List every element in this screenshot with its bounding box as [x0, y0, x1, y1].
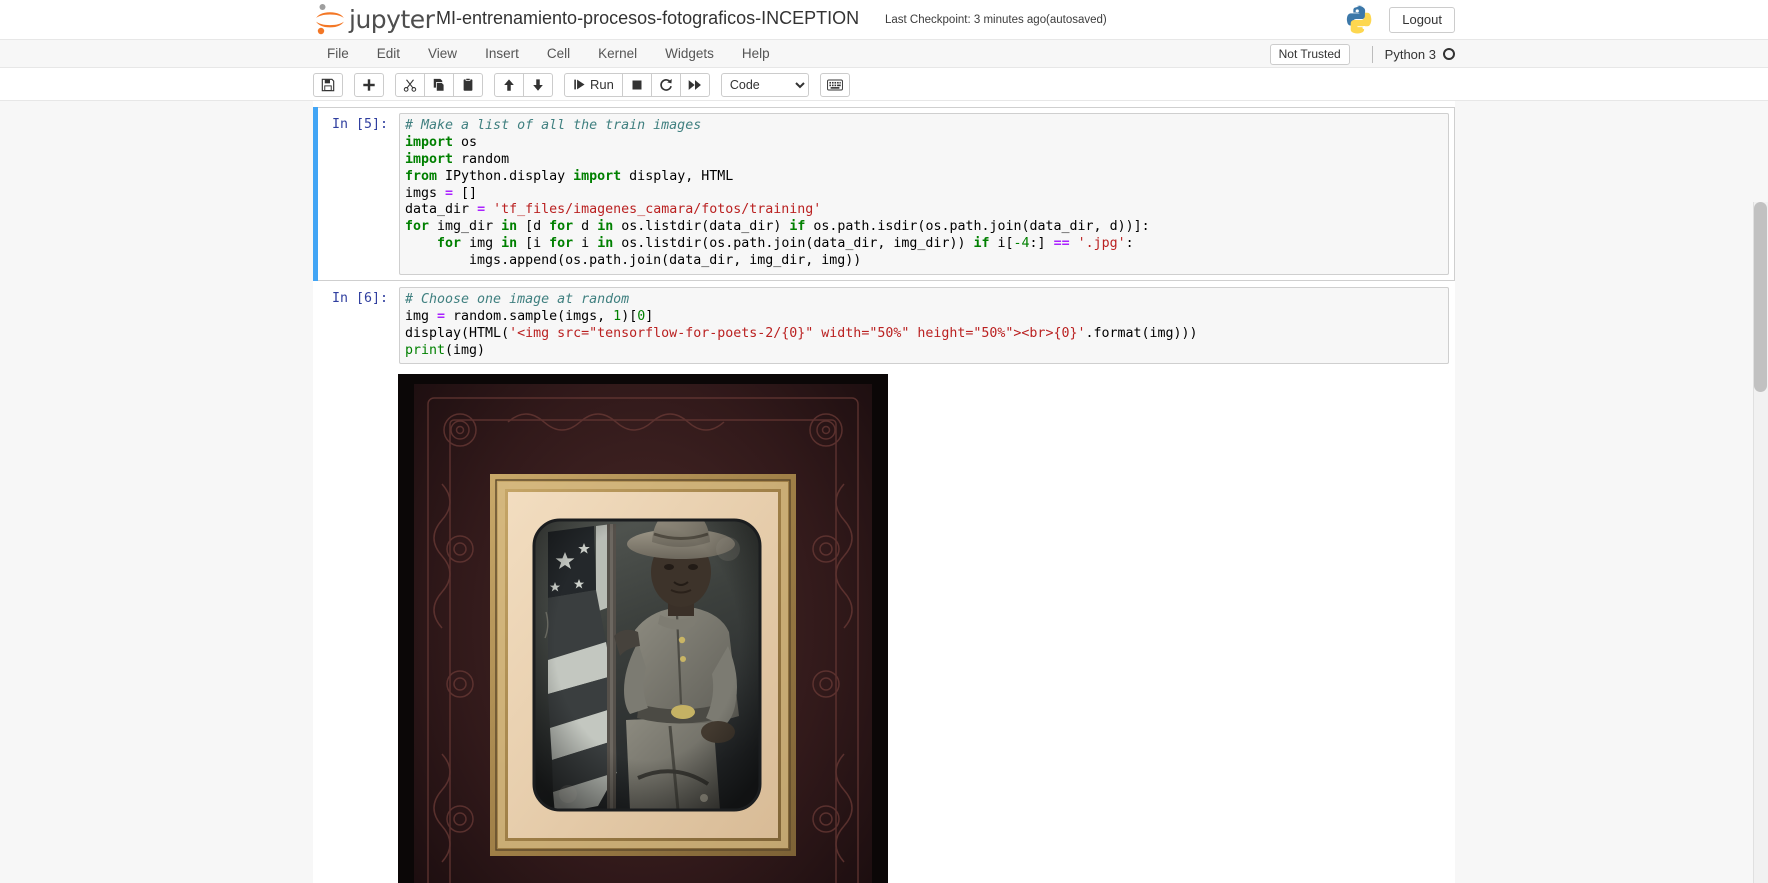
cell-type-select[interactable]: Code Markdown Raw NBConvert Heading [720, 72, 809, 97]
arrow-up-icon [504, 78, 514, 91]
keyboard-command-palette-icon [826, 78, 843, 91]
jupyter-notebook-page: jupyter MI-entrenamiento-procesos-fotogr… [0, 0, 1768, 883]
save-disk-icon [321, 78, 335, 91]
cut-cell-button[interactable] [395, 72, 425, 97]
run-cell-button[interactable]: Run [564, 72, 623, 97]
toolbar-group-move [494, 72, 553, 97]
restart-kernel-button[interactable] [650, 72, 681, 97]
copy-cell-button[interactable] [424, 72, 454, 97]
notebook-header: jupyter MI-entrenamiento-procesos-fotogr… [0, 0, 1768, 40]
move-cell-up-button[interactable] [494, 72, 524, 97]
move-cell-down-button[interactable] [523, 72, 553, 97]
paste-clipboard-icon [463, 77, 473, 91]
menu-insert[interactable]: Insert [471, 40, 533, 68]
scrollbar-thumb[interactable] [1754, 202, 1767, 392]
menu-view[interactable]: View [414, 40, 471, 68]
tintype-photograph-output [398, 374, 888, 883]
tintype-plate [534, 520, 760, 811]
notebook-title[interactable]: MI-entrenamiento-procesos-fotograficos-I… [436, 8, 859, 29]
kernel-name-label: Python 3 [1384, 46, 1436, 62]
toolbar-group-palette [819, 72, 850, 97]
code-cell-5[interactable]: In [5]: # Make a list of all the train i… [313, 107, 1455, 281]
menu-help[interactable]: Help [728, 40, 784, 68]
cell-output-6 [313, 370, 1455, 883]
toolbar-group-run: Run [564, 72, 710, 97]
toolbar-group-insert [354, 72, 384, 97]
restart-circular-arrow-icon [660, 78, 672, 91]
interrupt-kernel-button[interactable] [621, 72, 652, 97]
jupyter-logo-icon [316, 4, 344, 35]
menu-kernel[interactable]: Kernel [584, 40, 651, 68]
cell-input-area-5[interactable]: # Make a list of all the train images im… [399, 113, 1449, 275]
command-palette-button[interactable] [819, 72, 850, 97]
menu-file[interactable]: File [313, 40, 363, 68]
menu-widgets[interactable]: Widgets [651, 40, 728, 68]
add-plus-icon [363, 78, 375, 91]
menu-list: File Edit View Insert Cell Kernel Widget… [313, 40, 784, 68]
code-source-6[interactable]: # Choose one image at random img = rando… [405, 292, 1444, 360]
code-source-5[interactable]: # Make a list of all the train images im… [405, 118, 1444, 270]
notebook-scroll-area[interactable]: In [5]: # Make a list of all the train i… [0, 101, 1768, 883]
save-button[interactable] [313, 72, 343, 97]
toolbar-group-clipboard [395, 72, 483, 97]
arrow-down-icon [533, 78, 543, 91]
menu-bar: File Edit View Insert Cell Kernel Widget… [0, 40, 1768, 68]
insert-cell-below-button[interactable] [354, 72, 384, 97]
menu-cell[interactable]: Cell [533, 40, 584, 68]
jupyter-logo-text: jupyter [349, 4, 435, 34]
cell-input-area-6[interactable]: # Choose one image at random img = rando… [399, 286, 1449, 365]
kernel-status-group: Not Trusted Python 3 [1269, 40, 1455, 68]
fast-forward-icon [688, 79, 701, 90]
copy-icon [433, 78, 445, 92]
cell-prompt-in-5: In [5]: [331, 117, 388, 132]
run-button-label: Run [590, 77, 614, 92]
cell-prompt-in-6: In [6]: [331, 290, 388, 306]
scissors-cut-icon [403, 78, 417, 92]
jupyter-logo[interactable]: jupyter [315, 2, 435, 36]
paste-cell-button[interactable] [453, 72, 483, 97]
output-display-area [398, 374, 1450, 883]
page-gutter-left [0, 101, 313, 883]
menu-edit[interactable]: Edit [363, 40, 414, 68]
notebook-cell-container: In [5]: # Make a list of all the train i… [313, 101, 1455, 883]
toolbar-divider [1371, 45, 1373, 63]
autosaved-label: (autosaved) [1046, 14, 1107, 26]
logout-button[interactable]: Logout [1389, 7, 1455, 33]
vertical-scrollbar[interactable] [1753, 202, 1768, 883]
python-logo-icon [1346, 5, 1372, 34]
toolbar-group-save [313, 72, 343, 97]
page-gutter-right [1455, 101, 1768, 883]
stop-square-icon [632, 80, 642, 89]
notebook-toolbar: Run Code [0, 68, 1768, 101]
code-cell-6[interactable]: In [6]: # Choose one image at random img… [313, 281, 1455, 371]
restart-and-run-all-button[interactable] [679, 72, 710, 97]
run-play-icon [574, 79, 585, 90]
trust-notebook-badge[interactable]: Not Trusted [1269, 43, 1350, 65]
kernel-idle-circle-icon[interactable] [1443, 48, 1455, 60]
last-checkpoint-label: Last Checkpoint: 3 minutes ago [885, 14, 1047, 26]
